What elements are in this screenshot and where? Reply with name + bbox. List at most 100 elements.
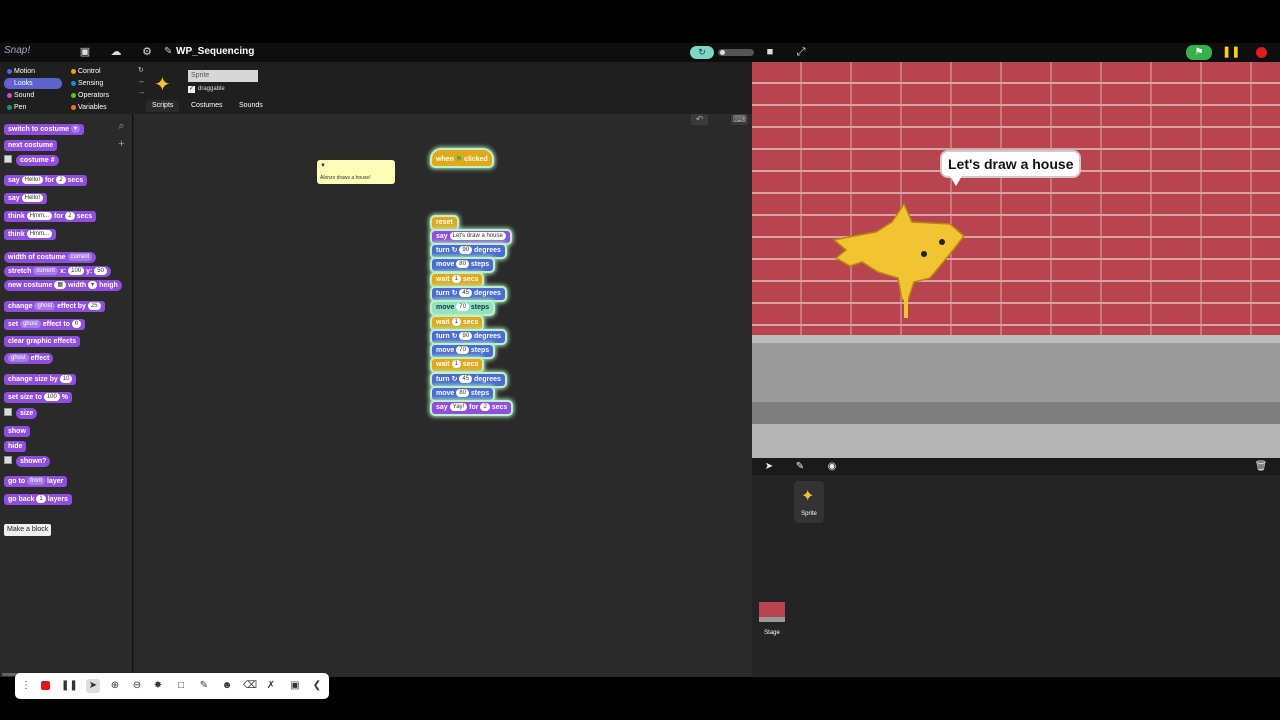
gear-icon[interactable]: ⚙ xyxy=(140,46,154,59)
say-block[interactable]: say Let's draw a house xyxy=(432,231,510,243)
collapse-icon[interactable]: ❮ xyxy=(310,679,324,693)
when-flag-clicked-block[interactable]: when ⚑ clicked xyxy=(432,150,492,166)
collapse-triangle-icon[interactable]: ▼ xyxy=(320,163,326,169)
rotation-none-icon[interactable]: → xyxy=(138,89,145,96)
camera-toggle-icon[interactable]: ▣ xyxy=(288,679,302,693)
watcher-checkbox[interactable] xyxy=(4,155,12,163)
number-slot[interactable]: 25 xyxy=(87,302,101,310)
wait-block[interactable]: wait 1 secs xyxy=(432,273,483,286)
select-area-icon[interactable]: □ xyxy=(174,679,188,693)
move-block[interactable]: move 70 steps xyxy=(432,345,494,358)
block-go-to-layer[interactable]: go to front layer xyxy=(4,476,68,487)
make-a-block-button[interactable]: Make a block xyxy=(4,524,52,536)
number-slot[interactable]: 80 xyxy=(456,389,469,397)
zoom-out-icon[interactable]: ⊖ xyxy=(130,679,144,693)
block-width-of-costume[interactable]: width of costume current xyxy=(4,252,97,263)
camera-icon[interactable]: ◉ xyxy=(825,460,839,473)
rotation-style-icon[interactable]: ↻ xyxy=(138,66,144,74)
script-comment[interactable]: ▼ Alonzo draws a house! xyxy=(317,160,395,184)
block-stretch[interactable]: stretch current x: 100 y: 50 xyxy=(4,266,111,277)
trash-icon[interactable]: 🗑 xyxy=(1254,460,1268,473)
block-show[interactable]: show xyxy=(4,426,30,437)
turn-block[interactable]: turn ↻ 90 degrees xyxy=(432,245,505,257)
corral-sprite-item[interactable]: ✦ Sprite xyxy=(794,481,824,523)
dropdown-slot[interactable]: ghost xyxy=(20,320,41,328)
search-icon[interactable]: ⌕ xyxy=(115,120,128,133)
text-slot[interactable]: Hello! xyxy=(21,176,43,184)
alonzo-sprite[interactable] xyxy=(832,192,972,322)
pointer-icon[interactable]: ➤ xyxy=(86,679,100,693)
category-pen[interactable]: Pen xyxy=(4,102,62,113)
dropdown-slot[interactable]: current xyxy=(67,253,93,261)
list-slot[interactable]: ▦ xyxy=(54,281,66,289)
number-slot[interactable]: 2 xyxy=(56,176,66,184)
block-change-effect[interactable]: change ghost effect by 25 xyxy=(4,301,105,312)
block-set-size[interactable]: set size to 100 % xyxy=(4,392,73,403)
move-block[interactable]: move 80 steps xyxy=(432,259,494,272)
block-new-costume[interactable]: new costume ▦ width ▾ heigh xyxy=(4,280,122,291)
number-slot[interactable]: 50 xyxy=(94,267,107,275)
block-switch-costume[interactable]: switch to costume ▾ xyxy=(4,124,85,135)
turn-block[interactable]: turn ↻ 45 degrees xyxy=(432,287,505,300)
number-slot[interactable]: 90 xyxy=(459,331,473,340)
pause-button[interactable]: ❚❚ xyxy=(1222,46,1240,59)
block-clear-effects[interactable]: clear graphic effects xyxy=(4,336,81,347)
text-slot[interactable]: Hmm... xyxy=(26,230,53,238)
category-operators[interactable]: Operators xyxy=(68,90,126,101)
number-slot[interactable]: 1 xyxy=(451,274,461,283)
number-slot[interactable]: ▾ xyxy=(88,281,98,289)
dropdown-slot[interactable]: ▾ xyxy=(71,125,81,133)
number-slot[interactable]: 45 xyxy=(459,374,473,383)
sprite-name-field[interactable] xyxy=(188,70,258,82)
paintbrush-icon[interactable]: ✎ xyxy=(793,460,807,473)
stop-button[interactable] xyxy=(1256,47,1267,58)
number-slot[interactable]: 2 xyxy=(65,212,75,220)
wait-block[interactable]: wait 1 secs xyxy=(432,359,483,372)
dropdown-slot[interactable]: front xyxy=(27,477,46,485)
file-icon[interactable]: ▣ xyxy=(78,46,92,59)
wait-block[interactable]: wait 1 secs xyxy=(432,316,483,329)
watcher-checkbox[interactable] xyxy=(4,408,12,416)
say-for-block[interactable]: say Yay! for 2 secs xyxy=(432,402,512,414)
block-costume-number[interactable]: costume # xyxy=(16,155,59,166)
scripts-area[interactable]: ↶ ⌨ ▼ Alonzo draws a house! when ⚑ click… xyxy=(134,114,752,677)
tab-scripts[interactable]: Scripts xyxy=(146,100,180,112)
block-think[interactable]: think Hmm... xyxy=(4,229,57,240)
number-slot[interactable]: 80 xyxy=(456,260,469,269)
category-variables[interactable]: Variables xyxy=(68,102,126,113)
block-say-for[interactable]: say Hello! for 2 secs xyxy=(4,175,88,186)
stepping-slider[interactable] xyxy=(718,49,754,56)
turtle-sprite-icon[interactable]: ➤ xyxy=(762,460,776,473)
green-flag-button[interactable]: ⚑ xyxy=(1186,45,1212,60)
pause-icon[interactable]: ❚❚ xyxy=(61,679,78,693)
move-block[interactable]: move 70 steps xyxy=(432,302,494,315)
block-shown[interactable]: shown? xyxy=(16,456,51,467)
number-slot[interactable]: 45 xyxy=(459,288,473,297)
number-slot[interactable]: 100 xyxy=(43,393,60,401)
watcher-checkbox[interactable] xyxy=(4,456,12,464)
eraser-icon[interactable]: ⌫ xyxy=(243,679,257,693)
fullscreen-icon[interactable]: ⤢ xyxy=(794,46,808,59)
rotation-lr-icon[interactable]: ↔ xyxy=(138,78,145,85)
block-go-back[interactable]: go back 1 layers xyxy=(4,494,72,505)
number-slot[interactable]: 70 xyxy=(456,303,469,312)
number-slot[interactable]: 1 xyxy=(451,360,461,369)
number-slot[interactable]: 70 xyxy=(456,346,469,355)
undo-icon[interactable]: ↶ xyxy=(691,114,708,125)
text-slot[interactable]: Hmm... xyxy=(26,212,53,220)
block-think-for[interactable]: think Hmm... for 2 secs xyxy=(4,211,97,222)
number-slot[interactable]: 0 xyxy=(71,320,82,328)
block-size[interactable]: size xyxy=(16,408,38,419)
number-slot[interactable]: 10 xyxy=(59,375,73,383)
number-slot[interactable]: 90 xyxy=(459,246,473,254)
stage[interactable]: Let's draw a house xyxy=(752,62,1280,458)
number-slot[interactable]: 100 xyxy=(68,267,85,275)
add-icon[interactable]: + xyxy=(115,138,128,151)
dropdown-slot[interactable]: ghost xyxy=(8,354,29,362)
move-block[interactable]: move 80 steps xyxy=(432,388,494,400)
dropdown-slot[interactable]: current xyxy=(33,267,58,275)
block-change-size[interactable]: change size by 10 xyxy=(4,374,77,385)
turn-block[interactable]: turn ↻ 45 degrees xyxy=(432,373,505,386)
category-sound[interactable]: Sound xyxy=(4,90,62,101)
corral-stage-item[interactable] xyxy=(759,602,785,622)
